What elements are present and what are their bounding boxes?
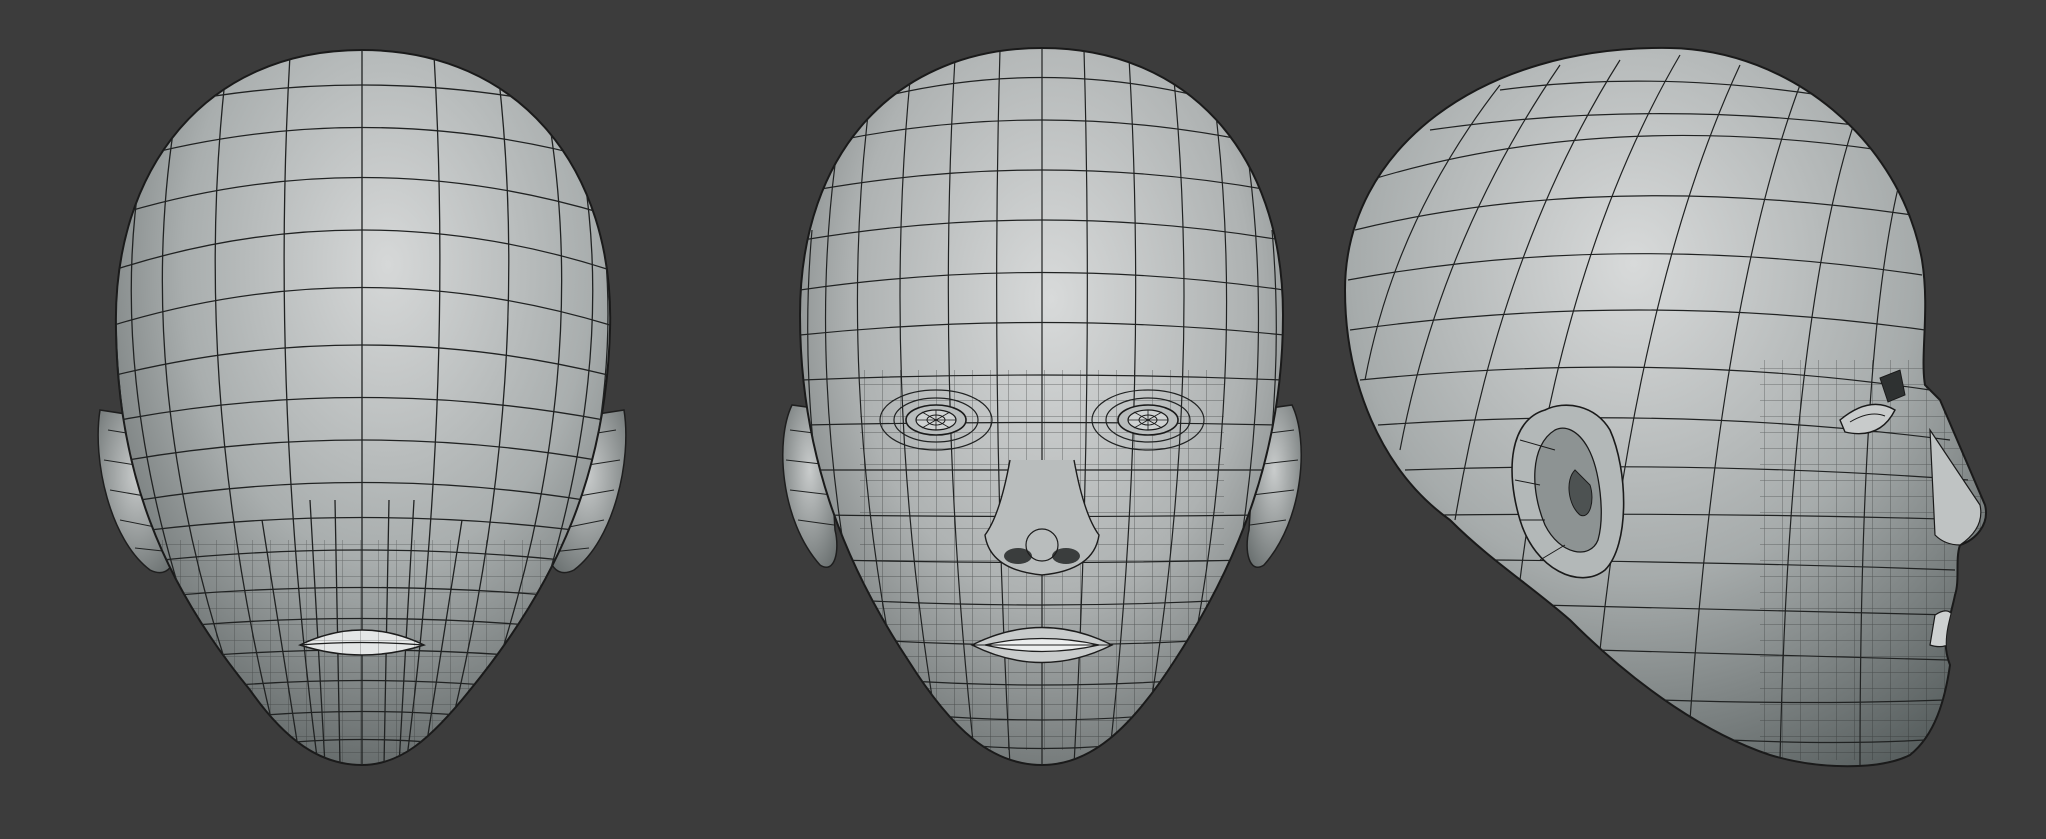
head-renders xyxy=(97,46,1987,768)
head-side-view xyxy=(1343,46,1987,768)
head-front-view xyxy=(782,46,1302,767)
head-top-view xyxy=(97,48,627,767)
render-viewport xyxy=(0,0,2046,839)
